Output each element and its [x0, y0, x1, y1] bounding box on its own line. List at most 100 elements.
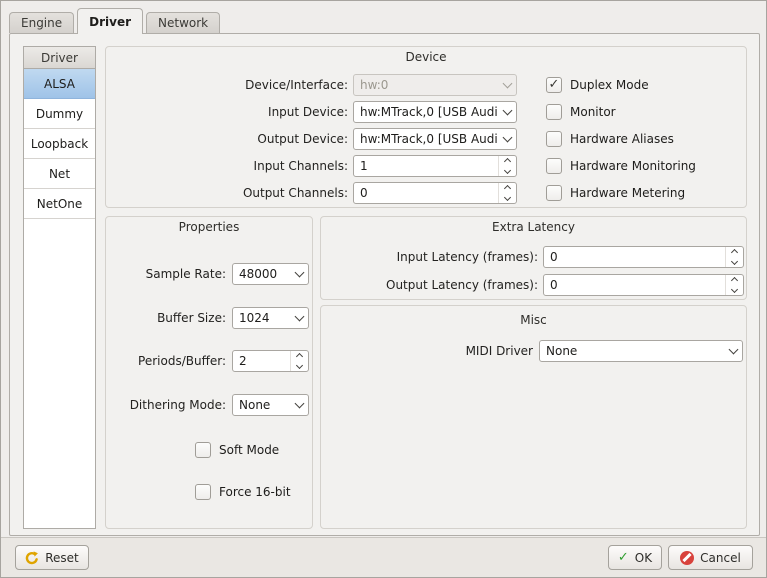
- ok-button[interactable]: ✓ OK: [608, 545, 662, 570]
- monitor-checkbox[interactable]: Monitor: [546, 101, 616, 123]
- tab-network[interactable]: Network: [146, 12, 220, 33]
- sample-rate-combo[interactable]: 48000: [232, 263, 309, 285]
- chevron-up-icon[interactable]: [296, 353, 303, 360]
- checkbox-label: Hardware Metering: [570, 186, 685, 200]
- dithering-mode-label: Dithering Mode:: [106, 394, 226, 416]
- button-label: Reset: [45, 551, 79, 565]
- hardware-metering-checkbox[interactable]: Hardware Metering: [546, 182, 685, 204]
- tab-label: Driver: [89, 15, 131, 29]
- periods-buffer-label: Periods/Buffer:: [106, 350, 226, 372]
- sample-rate-label: Sample Rate:: [106, 263, 226, 285]
- spin-buttons: [290, 351, 308, 371]
- ok-check-icon: ✓: [618, 551, 629, 564]
- driver-item-netone[interactable]: NetOne: [24, 189, 95, 219]
- cancel-button[interactable]: Cancel: [668, 545, 753, 570]
- driver-list-header: Driver: [24, 47, 95, 69]
- tab-label: Network: [158, 16, 208, 30]
- force-16bit-checkbox[interactable]: Force 16-bit: [195, 481, 291, 503]
- buffer-size-combo[interactable]: 1024: [232, 307, 309, 329]
- tab-label: Engine: [21, 16, 62, 30]
- device-group-title: Device: [106, 50, 746, 64]
- combo-value: hw:MTrack,0 [USB Audio]: [354, 132, 498, 146]
- checkbox-label: Hardware Aliases: [570, 132, 674, 146]
- input-device-combo[interactable]: hw:MTrack,0 [USB Audio]: [353, 101, 517, 123]
- driver-item-loopback[interactable]: Loopback: [24, 129, 95, 159]
- spin-buttons: [498, 183, 516, 203]
- checkbox-box: [546, 185, 562, 201]
- hardware-aliases-checkbox[interactable]: Hardware Aliases: [546, 128, 674, 150]
- combo-value: None: [540, 344, 724, 358]
- chevron-down-icon: [290, 308, 308, 328]
- combo-value: hw:MTrack,0 [USB Audio]: [354, 105, 498, 119]
- chevron-up-icon[interactable]: [731, 277, 738, 284]
- chevron-down-icon[interactable]: [504, 194, 511, 201]
- input-latency-label: Input Latency (frames):: [321, 246, 538, 268]
- spin-value: 0: [544, 278, 725, 292]
- output-device-combo[interactable]: hw:MTrack,0 [USB Audio]: [353, 128, 517, 150]
- chevron-down-icon[interactable]: [504, 167, 511, 174]
- spin-buttons: [725, 247, 743, 267]
- qjackctl-setup-window: Engine Driver Network Driver ALSA Dummy …: [0, 0, 767, 578]
- driver-item-dummy[interactable]: Dummy: [24, 99, 95, 129]
- driver-list: Driver ALSA Dummy Loopback Net NetOne: [23, 46, 96, 529]
- chevron-down-icon[interactable]: [731, 286, 738, 293]
- chevron-up-icon[interactable]: [504, 185, 511, 192]
- output-channels-spinbox[interactable]: 0: [353, 182, 517, 204]
- combo-value: None: [233, 398, 290, 412]
- output-device-label: Output Device:: [106, 128, 348, 150]
- device-interface-combo[interactable]: hw:0: [353, 74, 517, 96]
- tab-bar: Engine Driver Network: [9, 8, 223, 34]
- output-latency-label: Output Latency (frames):: [321, 274, 538, 296]
- chevron-down-icon[interactable]: [731, 258, 738, 265]
- chevron-down-icon: [498, 129, 516, 149]
- check-icon: ✓: [549, 78, 560, 91]
- driver-item-alsa[interactable]: ALSA: [24, 69, 95, 99]
- driver-item-net[interactable]: Net: [24, 159, 95, 189]
- chevron-down-icon[interactable]: [296, 362, 303, 369]
- button-label: OK: [635, 551, 652, 565]
- reset-button[interactable]: Reset: [15, 545, 89, 570]
- periods-buffer-spinbox[interactable]: 2: [232, 350, 309, 372]
- combo-value: hw:0: [354, 78, 498, 92]
- buffer-size-label: Buffer Size:: [106, 307, 226, 329]
- output-latency-spinbox[interactable]: 0: [543, 274, 744, 296]
- output-channels-label: Output Channels:: [106, 182, 348, 204]
- extra-latency-group-title: Extra Latency: [321, 220, 746, 234]
- reset-icon: [25, 551, 39, 565]
- checkbox-box: [195, 484, 211, 500]
- checkbox-box: ✓: [546, 77, 562, 93]
- hardware-monitoring-checkbox[interactable]: Hardware Monitoring: [546, 155, 696, 177]
- soft-mode-checkbox[interactable]: Soft Mode: [195, 439, 279, 461]
- dithering-mode-combo[interactable]: None: [232, 394, 309, 416]
- spin-value: 1: [354, 159, 498, 173]
- spin-value: 0: [354, 186, 498, 200]
- input-latency-spinbox[interactable]: 0: [543, 246, 744, 268]
- cancel-icon: [680, 551, 694, 565]
- checkbox-box: [546, 131, 562, 147]
- tab-driver[interactable]: Driver: [77, 8, 143, 34]
- checkbox-label: Soft Mode: [219, 443, 279, 457]
- chevron-up-icon[interactable]: [504, 158, 511, 165]
- chevron-down-icon: [724, 341, 742, 361]
- input-device-label: Input Device:: [106, 101, 348, 123]
- checkbox-label: Hardware Monitoring: [570, 159, 696, 173]
- checkbox-box: [195, 442, 211, 458]
- spin-buttons: [498, 156, 516, 176]
- device-interface-label: Device/Interface:: [106, 74, 348, 96]
- spin-value: 2: [233, 354, 290, 368]
- spin-buttons: [725, 275, 743, 295]
- tab-engine[interactable]: Engine: [9, 12, 74, 33]
- duplex-mode-checkbox[interactable]: ✓ Duplex Mode: [546, 74, 649, 96]
- midi-driver-label: MIDI Driver: [321, 340, 533, 362]
- combo-value: 1024: [233, 311, 290, 325]
- checkbox-label: Force 16-bit: [219, 485, 291, 499]
- checkbox-label: Monitor: [570, 105, 616, 119]
- input-channels-spinbox[interactable]: 1: [353, 155, 517, 177]
- misc-group: Misc MIDI Driver None: [320, 305, 747, 529]
- chevron-up-icon[interactable]: [731, 249, 738, 256]
- midi-driver-combo[interactable]: None: [539, 340, 743, 362]
- input-channels-label: Input Channels:: [106, 155, 348, 177]
- chevron-down-icon: [498, 75, 516, 95]
- misc-group-title: Misc: [321, 313, 746, 327]
- properties-group-title: Properties: [106, 220, 312, 234]
